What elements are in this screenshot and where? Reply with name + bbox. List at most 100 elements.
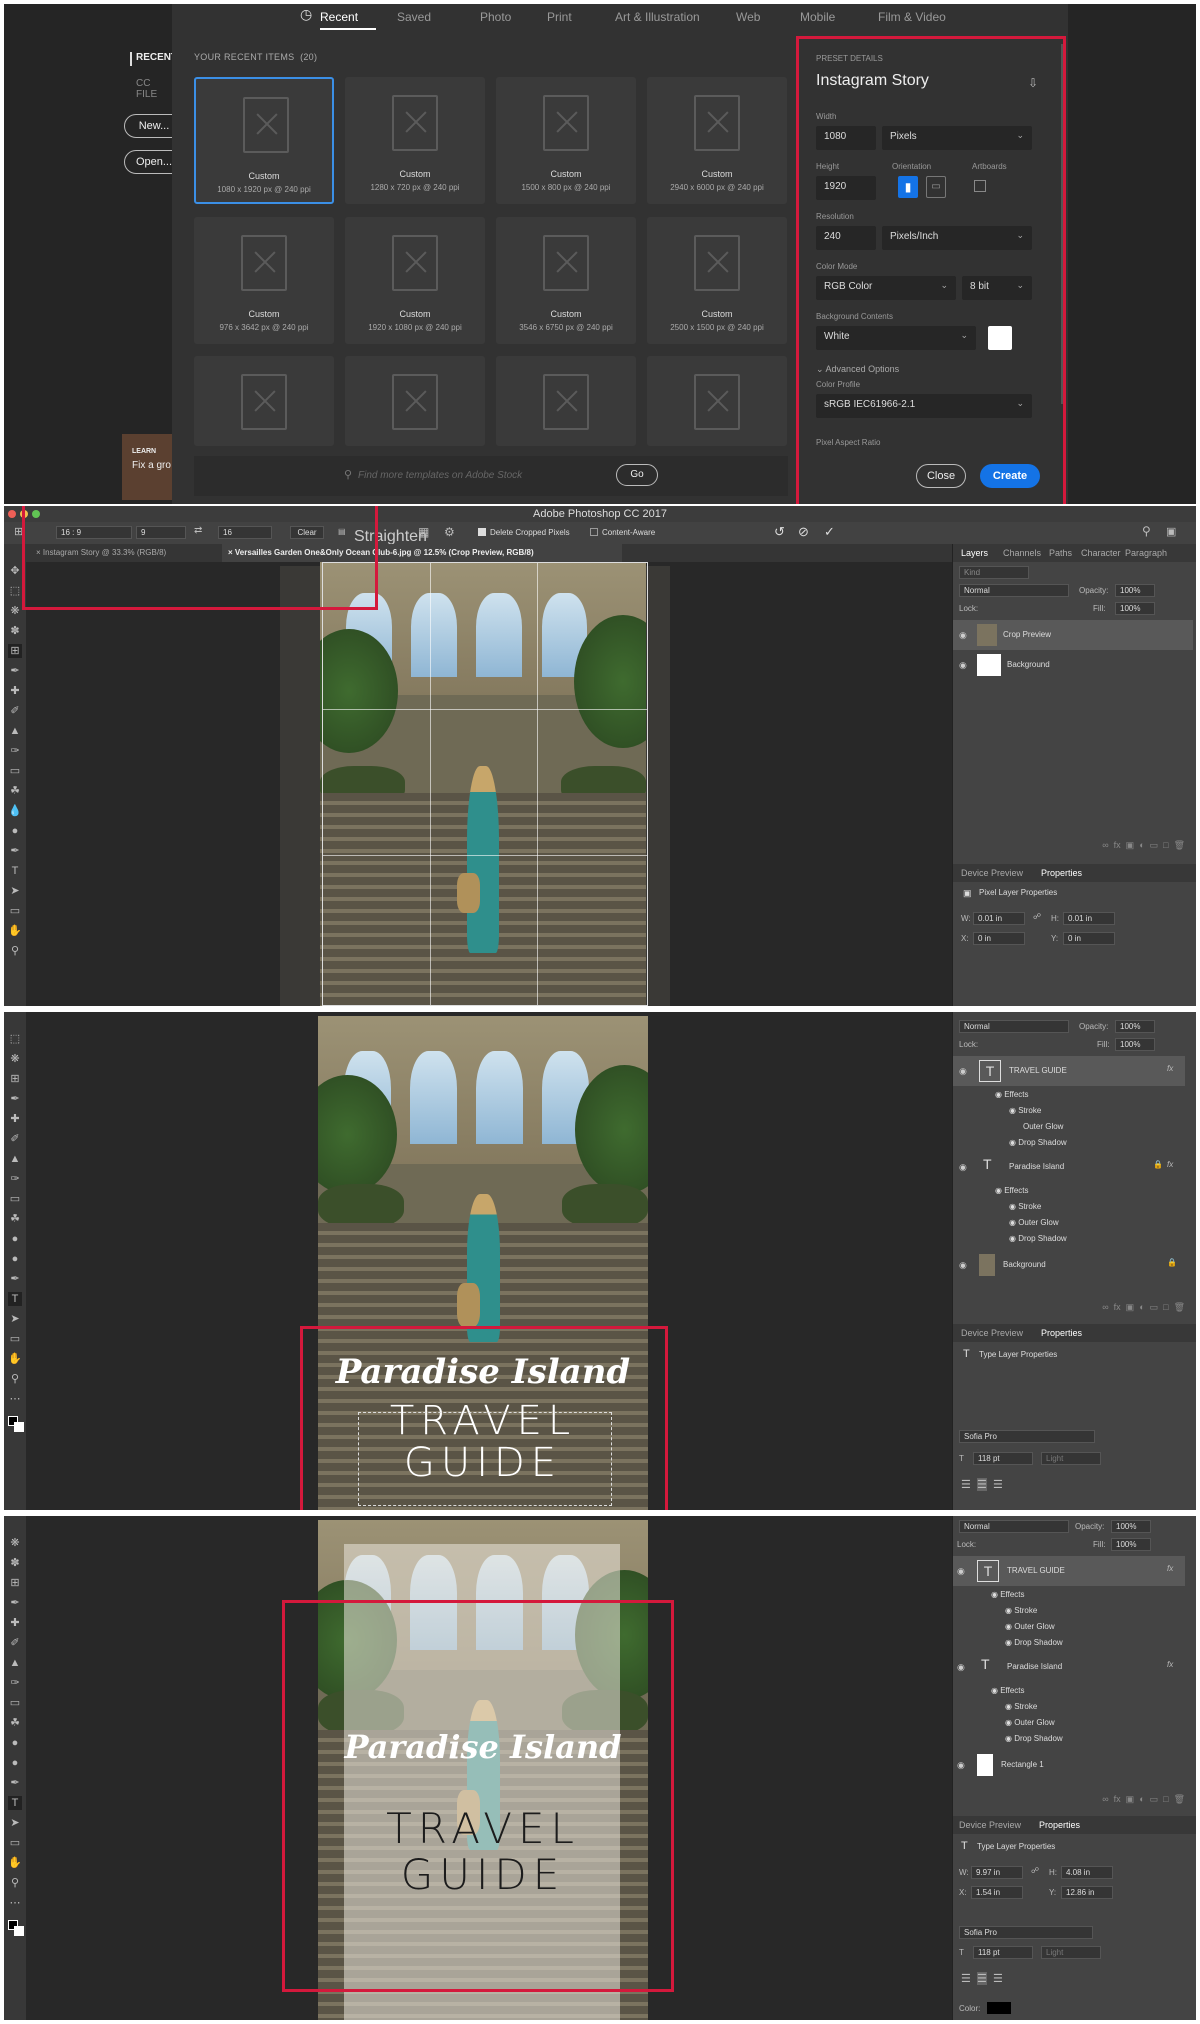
ratio-width-field[interactable]: 9 (136, 526, 186, 539)
grid-overlay-icon[interactable]: ▦ (418, 525, 429, 539)
artboards-checkbox[interactable] (974, 180, 986, 192)
recent-tile-3[interactable]: Custom 1500 x 800 px @ 240 ppi (496, 77, 636, 204)
history-brush-icon[interactable]: ✑ (8, 1676, 22, 1690)
tab-art-illustration[interactable]: Art & Illustration (615, 10, 700, 24)
crop-tool-icon[interactable]: ⊞ (8, 1576, 22, 1590)
cancel-icon[interactable]: ⊘ (798, 524, 809, 540)
eye-icon[interactable]: ◉ (959, 1162, 967, 1173)
path-select-icon[interactable]: ➤ (8, 1312, 22, 1326)
font-weight-select[interactable]: Light (1041, 1452, 1101, 1465)
recent-tile-12[interactable] (647, 356, 787, 446)
paradise-island-text[interactable]: Paradise Island (318, 1728, 648, 1766)
blur-tool-icon[interactable]: ● (8, 1736, 22, 1750)
recent-tile-8[interactable]: Custom 2500 x 1500 px @ 240 ppi (647, 217, 787, 344)
hand-tool-icon[interactable]: ✋ (8, 1352, 22, 1366)
tab-device-preview[interactable]: Device Preview (961, 868, 1023, 878)
fill-field[interactable]: 100% (1111, 1538, 1151, 1551)
type-tool-icon[interactable]: T (8, 1796, 22, 1810)
color-profile-select[interactable]: sRGB IEC61966-2.1 ⌄ (816, 394, 1032, 418)
layer-row-travel-guide[interactable]: ◉ T TRAVEL GUIDE fx (953, 1056, 1185, 1086)
tab-versailles-garden[interactable]: × Versailles Garden One&Only Ocean Club-… (222, 544, 622, 562)
swap-icon[interactable]: ⇄ (194, 525, 202, 536)
delete-cropped-checkbox[interactable] (478, 528, 486, 536)
drop-shadow-effect[interactable]: ◉ Drop Shadow (1009, 1138, 1067, 1147)
recent-tile-9[interactable] (194, 356, 334, 446)
recent-tile-5[interactable]: Custom 976 x 3642 px @ 240 ppi (194, 217, 334, 344)
path-select-icon[interactable]: ➤ (8, 884, 22, 898)
recent-tile-11[interactable] (496, 356, 636, 446)
background-color-swatch[interactable] (14, 1422, 24, 1432)
healing-brush-icon[interactable]: ✚ (8, 1112, 22, 1126)
font-size-select[interactable]: 118 pt (973, 1452, 1033, 1465)
tab-device-preview[interactable]: Device Preview (959, 1820, 1021, 1830)
link-icon[interactable]: ☍ (1031, 1866, 1039, 1875)
healing-brush-icon[interactable]: ✚ (8, 1616, 22, 1630)
font-family-select[interactable]: Sofia Pro (959, 1926, 1093, 1939)
tab-properties[interactable]: Properties (1039, 1820, 1080, 1830)
type-tool-icon[interactable]: T (8, 1292, 22, 1306)
dodge-tool-icon[interactable]: ● (8, 1252, 22, 1266)
straighten-icon[interactable]: ▤ (338, 527, 346, 536)
guide-text[interactable]: GUIDE (318, 1850, 648, 1899)
drop-shadow-effect[interactable]: ◉ Drop Shadow (1005, 1734, 1063, 1743)
clear-button[interactable]: Clear (290, 526, 324, 539)
background-color-swatch[interactable] (14, 1926, 24, 1936)
lasso-tool-icon[interactable]: ❋ (8, 604, 22, 618)
travel-text[interactable]: TRAVEL (318, 1804, 648, 1853)
drop-shadow-effect[interactable]: ◉ Drop Shadow (1005, 1638, 1063, 1647)
more-tools-icon[interactable]: ⋯ (8, 1896, 22, 1910)
marquee-tool-icon[interactable]: ⬚ (8, 1032, 22, 1046)
content-aware-checkbox[interactable] (590, 528, 598, 536)
font-size-select[interactable]: 118 pt (973, 1946, 1033, 1959)
layer-row-travel-guide[interactable]: ◉ T TRAVEL GUIDE fx (953, 1556, 1185, 1586)
stroke-effect[interactable]: ◉ Stroke (1005, 1702, 1037, 1711)
align-left-icon[interactable]: ☰ (961, 1478, 971, 1491)
pen-tool-icon[interactable]: ✒ (8, 1272, 22, 1286)
workspace-icon[interactable]: ▣ (1166, 525, 1176, 538)
height-field[interactable]: 1920 (816, 176, 876, 200)
layer-row-crop-preview[interactable]: ◉ Crop Preview (953, 620, 1193, 650)
quick-select-tool-icon[interactable]: ✽ (8, 1556, 22, 1570)
font-family-select[interactable]: Sofia Pro (959, 1430, 1095, 1443)
eye-icon[interactable]: ◉ (959, 660, 967, 671)
bit-depth-select[interactable]: 8 bit ⌄ (962, 276, 1032, 300)
width-unit-select[interactable]: Pixels ⌄ (882, 126, 1032, 150)
eye-icon[interactable]: ◉ (959, 1260, 967, 1271)
align-right-icon[interactable]: ☰ (993, 1972, 1003, 1985)
eyedropper-tool-icon[interactable]: ✒ (8, 1092, 22, 1106)
path-select-icon[interactable]: ➤ (8, 1816, 22, 1830)
commit-icon[interactable]: ✓ (824, 524, 835, 540)
resolution-field[interactable]: 240 (816, 226, 876, 250)
zoom-tool-icon[interactable]: ⚲ (8, 1876, 22, 1890)
height-field[interactable]: 0.01 in (1063, 912, 1115, 925)
tab-film-video[interactable]: Film & Video (878, 10, 946, 24)
opacity-field[interactable]: 100% (1111, 1520, 1151, 1533)
tab-print[interactable]: Print (547, 10, 572, 24)
blur-tool-icon[interactable]: ● (8, 1232, 22, 1246)
eraser-tool-icon[interactable]: ▭ (8, 1192, 22, 1206)
y-field[interactable]: 12.86 in (1061, 1886, 1113, 1899)
rectangle-tool-icon[interactable]: ▭ (8, 1332, 22, 1346)
align-center-icon[interactable]: ☰ (977, 1972, 987, 1985)
fx-icon[interactable]: fx (1167, 1160, 1173, 1169)
outer-glow-effect[interactable]: ◉ Outer Glow (1005, 1622, 1055, 1631)
tab-web[interactable]: Web (736, 10, 760, 24)
tab-device-preview[interactable]: Device Preview (961, 1328, 1023, 1338)
rectangle-overlay[interactable] (344, 1544, 620, 2020)
eyedropper-tool-icon[interactable]: ✒ (8, 664, 22, 678)
blend-mode-select[interactable]: Normal (959, 584, 1069, 597)
eye-icon[interactable]: ◉ (957, 1662, 965, 1673)
lasso-tool-icon[interactable]: ❋ (8, 1052, 22, 1066)
pen-tool-icon[interactable]: ✒ (8, 1776, 22, 1790)
window-zoom-icon[interactable] (32, 510, 40, 518)
tab-character[interactable]: Character (1081, 548, 1123, 558)
dodge-tool-icon[interactable]: ● (8, 824, 22, 838)
tab-instagram-story[interactable]: × Instagram Story @ 33.3% (RGB/8) (30, 544, 220, 562)
fx-icon[interactable]: fx (1167, 1064, 1173, 1073)
brush-tool-icon[interactable]: ✐ (8, 1132, 22, 1146)
recent-tile-6[interactable]: Custom 1920 x 1080 px @ 240 ppi (345, 217, 485, 344)
blend-mode-select[interactable]: Normal (959, 1520, 1069, 1533)
drop-shadow-effect[interactable]: ◉ Drop Shadow (1009, 1234, 1067, 1243)
y-field[interactable]: 0 in (1063, 932, 1115, 945)
tab-paragraph[interactable]: Paragraph (1125, 548, 1171, 558)
